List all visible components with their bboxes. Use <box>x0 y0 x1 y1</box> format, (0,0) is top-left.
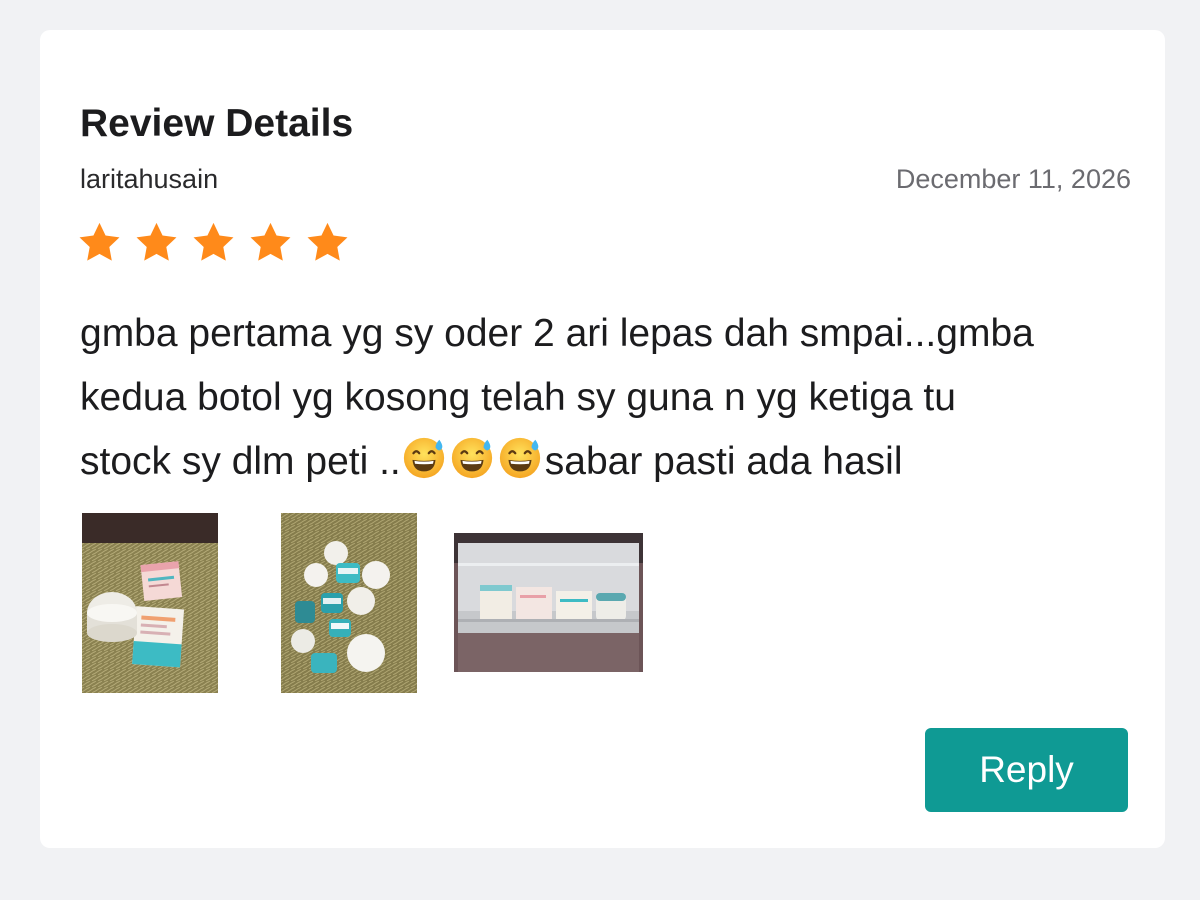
reply-button[interactable]: Reply <box>925 728 1128 812</box>
star-rating <box>78 222 349 263</box>
star-icon <box>78 222 121 263</box>
star-icon <box>135 222 178 263</box>
review-photo-3[interactable] <box>454 533 643 672</box>
review-date: December 11, 2026 <box>895 164 1131 194</box>
review-details-card: Review Details laritahusain December 11,… <box>40 30 1165 848</box>
review-text: gmba pertama yg sy oder 2 ari lepas dah … <box>80 302 1150 494</box>
star-icon <box>192 222 235 263</box>
grinning-face-with-sweat-icon <box>497 434 543 480</box>
review-text-line-2: kedua botol yg kosong telah sy guna n yg… <box>80 376 956 419</box>
grinning-face-with-sweat-icon <box>401 434 447 480</box>
review-photo-2[interactable] <box>281 513 417 693</box>
reviewer-name: laritahusain <box>80 164 219 194</box>
review-text-line-3-start: stock sy dlm peti .. <box>80 440 401 483</box>
grinning-face-with-sweat-icon <box>449 434 495 480</box>
review-photo-1[interactable] <box>82 513 218 693</box>
star-icon <box>249 222 292 263</box>
review-text-line-3-end: sabar pasti ada hasil <box>544 440 903 483</box>
star-icon <box>306 222 349 263</box>
review-text-line-1: gmba pertama yg sy oder 2 ari lepas dah … <box>80 312 1034 355</box>
page-title: Review Details <box>80 102 354 145</box>
